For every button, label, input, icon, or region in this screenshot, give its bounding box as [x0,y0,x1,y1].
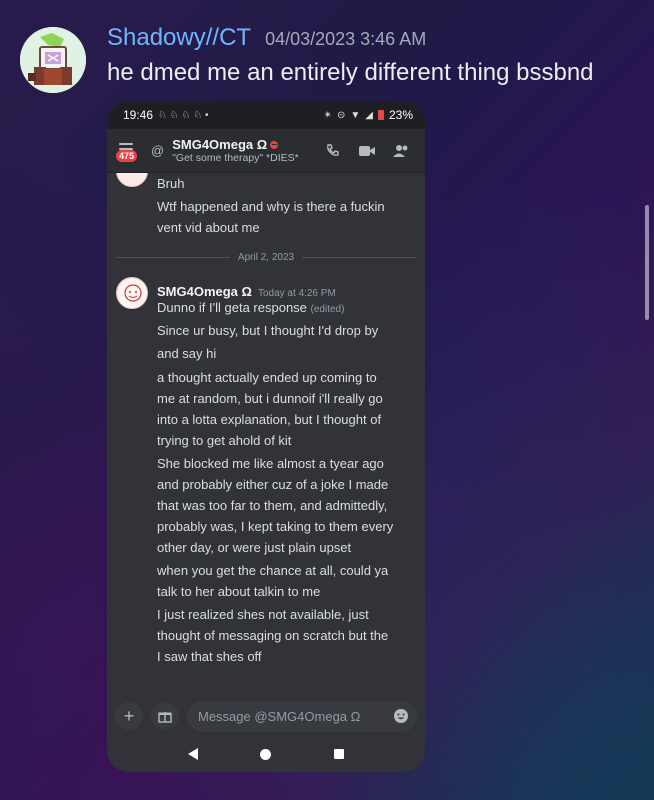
message-line: that was too far to them, and admittedly… [157,498,388,513]
message-input[interactable]: Message @SMG4Omega Ω [187,700,417,732]
message-text: Dunno if I'll geta response [157,300,307,315]
video-call-icon[interactable] [357,141,377,161]
avatar[interactable] [116,277,148,309]
message-line: thought of messaging on scratch but the [157,628,389,643]
wifi-icon: ▼ [350,109,361,121]
bluetooth-icon: ✴ [323,109,332,121]
message-placeholder: Message @SMG4Omega Ω [198,708,361,724]
custom-status: "Get some therapy" *DIES* [172,152,299,164]
channel-header: 475 @ SMG4Omega Ω "Get some therapy" *DI… [107,129,425,173]
message-line: She blocked me like almost a tyear ago [157,456,384,471]
dm-username: SMG4Omega Ω [172,137,268,152]
message-timestamp: 04/03/2023 3:46 AM [265,29,427,49]
add-attachment-button[interactable]: + [115,702,143,730]
notification-icons: ♘ ♘ ♘ ♘ • [158,109,209,121]
dnd-status-icon [270,140,279,149]
date-divider: April 2, 2023 [116,250,416,264]
message-composer: + Message @SMG4Omega Ω [107,695,425,737]
message-line: Dunno if I'll geta response (edited) [157,297,419,320]
message-line: Bruh [157,176,185,191]
avatar[interactable] [20,27,86,93]
message-line: Since ur busy, but I thought I'd drop by [157,323,379,338]
message-line: into a lotta explanation, but I thought … [157,412,382,427]
gift-button[interactable] [151,702,179,730]
dnd-status-icon: ⊝ [336,109,346,121]
unread-badge: 475 [116,149,138,162]
message-username[interactable]: Shadowy//CT [107,24,251,52]
voice-call-icon[interactable] [323,141,343,161]
phone-statusbar: 19:46 ♘ ♘ ♘ ♘ • ✴ ⊝ ▼ ◢ 23% [107,101,425,129]
battery-percent: 23% [388,108,413,122]
message-line: talk to her about talkin to me [157,584,321,599]
edited-tag: (edited) [310,304,345,315]
message-line: I just realized shes not available, just [157,607,369,622]
avatar[interactable] [116,173,148,187]
emoji-icon[interactable] [393,708,409,724]
scrollbar[interactable] [645,205,649,320]
menu-icon[interactable]: 475 [116,141,139,162]
divider-date: April 2, 2023 [237,251,295,263]
message-line: trying to get ahold of kit [157,433,292,448]
message-line: and probably either cuz of a joke I made [157,477,389,492]
message-line: I saw that shes off [157,649,262,664]
back-icon[interactable] [188,748,199,760]
message-line: a thought actually ended up coming to [157,370,377,385]
gift-icon [158,712,172,723]
android-navbar [107,736,425,772]
members-icon[interactable] [391,141,411,161]
message-line: other day, or were just plain upset [157,540,352,555]
battery-icon [377,110,384,120]
signal-icon: ◢ [365,109,373,121]
message-line: and say hi [157,346,217,361]
home-icon[interactable] [260,748,272,760]
message-text: he dmed me an entirely different thing b… [107,59,594,86]
attached-screenshot[interactable]: 19:46 ♘ ♘ ♘ ♘ • ✴ ⊝ ▼ ◢ 23% 475 @ SMG4Om… [107,101,425,772]
message-line: Wtf happened and why is there a fuckin [157,199,385,214]
dm-title[interactable]: SMG4Omega Ω "Get some therapy" *DIES* [172,137,323,164]
message-line: vent vid about me [157,220,260,235]
avatar-image [20,27,86,93]
message-line: me at random, but i dunnoif i'll really … [157,391,383,406]
status-time: 19:46 [123,108,154,122]
message-header: Shadowy//CT 04/03/2023 3:46 AM [107,24,426,52]
message-line: when you get the chance at all, could ya [157,563,389,578]
chat-messages[interactable]: Bruh Wtf happened and why is there a fuc… [107,173,425,695]
at-icon: @ [151,143,165,158]
recent-apps-icon[interactable] [333,749,344,759]
message-line: probably was, I kept taking to them ever… [157,519,394,534]
